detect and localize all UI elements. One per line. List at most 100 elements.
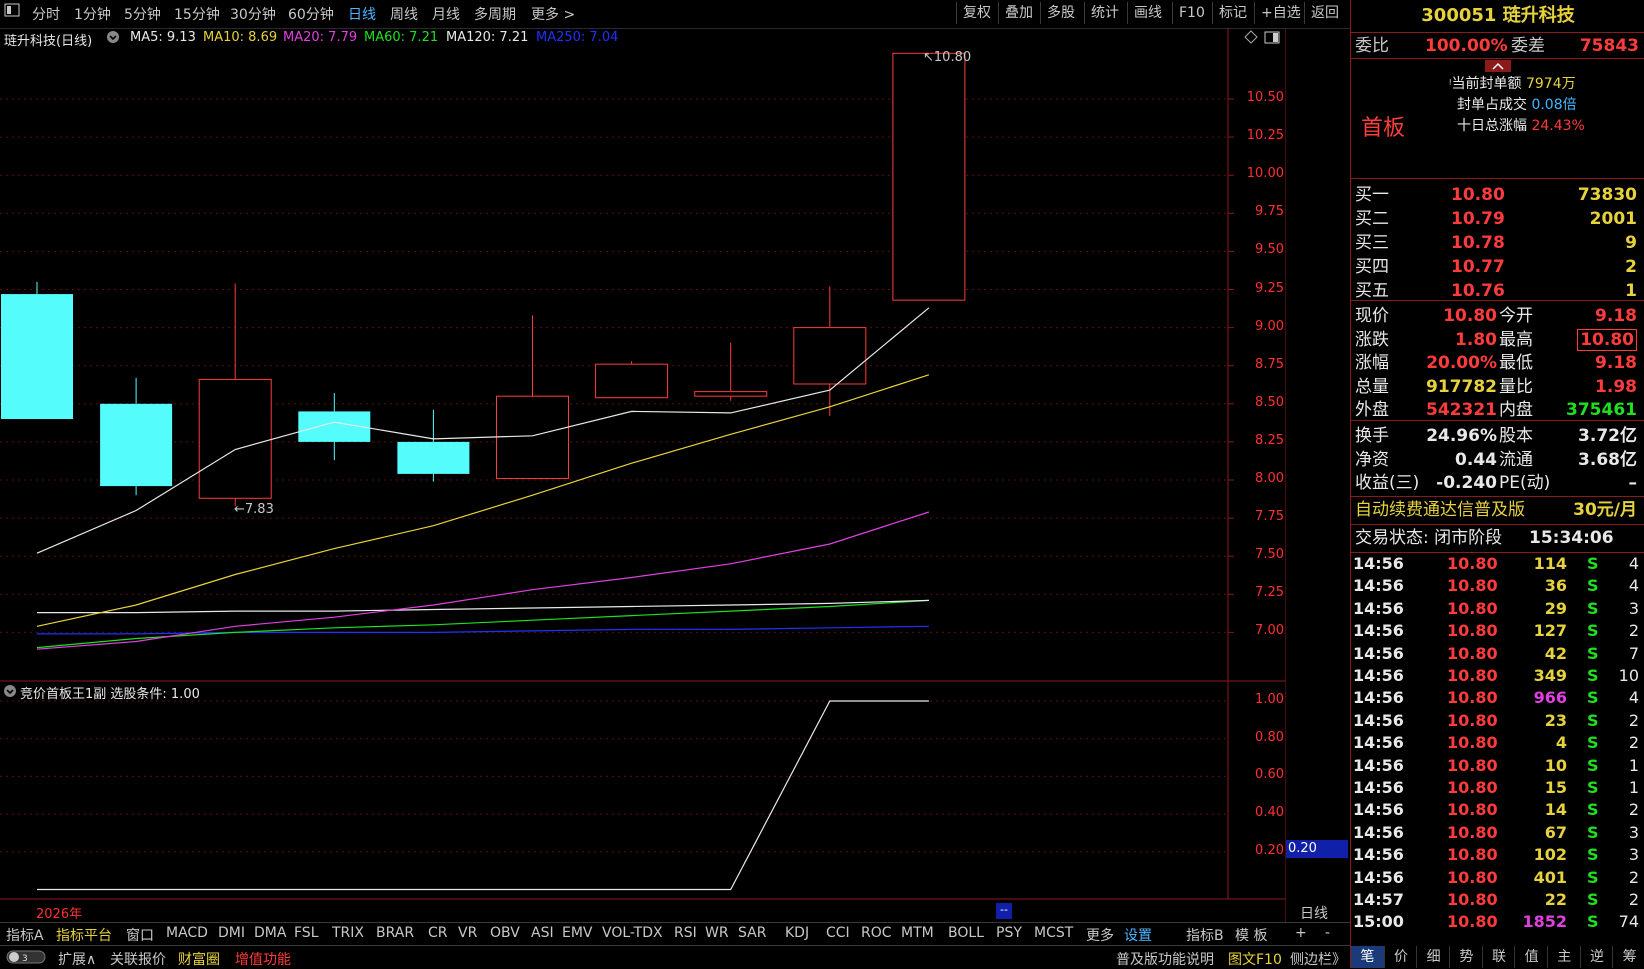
promo-price[interactable]: 30元/月 <box>1573 498 1637 522</box>
toolbar-action-0[interactable]: 复权 <box>956 2 997 24</box>
indicator-tab-7[interactable]: TRIX <box>332 925 364 941</box>
period-tab-4[interactable]: 30分钟 <box>230 4 276 24</box>
tick-row[interactable]: 14:56 10.80 966 S 4 <box>1351 687 1644 709</box>
indicator-tab-3[interactable]: MACD <box>166 925 208 941</box>
indicator-tab-25[interactable]: 更多 <box>1086 925 1114 945</box>
tick-row[interactable]: 14:56 10.80 67 S 3 <box>1351 822 1644 844</box>
tick-row[interactable]: 14:56 10.80 401 S 2 <box>1351 867 1644 889</box>
sub-collapse-icon[interactable] <box>3 684 17 702</box>
indicator-tab-22[interactable]: BOLL <box>948 925 984 941</box>
tick-row[interactable]: 14:56 10.80 23 S 2 <box>1351 710 1644 732</box>
candle-body-down[interactable] <box>100 403 173 487</box>
toolbar-action-2[interactable]: 多股 <box>1040 2 1081 24</box>
scroll-marker[interactable]: -- <box>996 903 1012 919</box>
toolbar-action-1[interactable]: 叠加 <box>998 2 1039 24</box>
period-tab-0[interactable]: 分时 <box>32 4 60 24</box>
indicator-tab-0[interactable]: 指标A <box>6 925 44 945</box>
indicator-tab-30[interactable]: - <box>1325 925 1330 941</box>
indicator-tab-14[interactable]: VOL-TDX <box>602 925 663 941</box>
indicator-tab-15[interactable]: RSI <box>674 925 697 941</box>
panel-toggle-icon[interactable] <box>1264 31 1280 48</box>
panel-tab-2[interactable]: 细 <box>1416 946 1450 968</box>
panel-tab-6[interactable]: 主 <box>1547 946 1581 968</box>
indicator-tab-12[interactable]: ASI <box>531 925 554 941</box>
indicator-tab-19[interactable]: CCI <box>826 925 850 941</box>
tick-row[interactable]: 15:00 10.80 1852 S 74 <box>1351 911 1644 933</box>
toolbar-action-4[interactable]: 画线 <box>1127 2 1168 24</box>
status-left-1[interactable]: 关联报价 <box>110 949 166 969</box>
indicator-tab-13[interactable]: EMV <box>562 925 593 941</box>
tick-row[interactable]: 14:56 10.80 14 S 2 <box>1351 799 1644 821</box>
panel-tab-8[interactable]: 筹 <box>1612 946 1644 968</box>
status-right-0[interactable]: 普及版功能说明 <box>1116 949 1214 969</box>
indicator-tab-2[interactable]: 窗口 <box>126 925 154 945</box>
candle-body-down[interactable] <box>397 441 470 474</box>
indicator-tab-8[interactable]: BRAR <box>376 925 414 941</box>
indicator-tab-16[interactable]: WR <box>705 925 729 941</box>
tick-row[interactable]: 14:56 10.80 29 S 3 <box>1351 598 1644 620</box>
tick-row[interactable]: 14:56 10.80 42 S 7 <box>1351 643 1644 665</box>
bid-row[interactable]: 买一 10.80 73830 <box>1351 183 1644 207</box>
status-right-1[interactable]: 图文F10 <box>1228 949 1282 969</box>
status-left-2[interactable]: 财富圈 <box>178 949 220 969</box>
period-tab-6[interactable]: 日线 <box>348 4 376 24</box>
indicator-tab-10[interactable]: VR <box>458 925 477 941</box>
period-tab-9[interactable]: 多周期 <box>474 4 516 24</box>
period-tab-5[interactable]: 60分钟 <box>288 4 334 24</box>
indicator-tab-4[interactable]: DMI <box>218 925 245 941</box>
indicator-tab-6[interactable]: FSL <box>294 925 319 941</box>
panel-tab-3[interactable]: 势 <box>1449 946 1483 968</box>
indicator-tab-5[interactable]: DMA <box>254 925 286 941</box>
toolbar-action-8[interactable]: 返回 <box>1304 2 1345 24</box>
panel-tab-5[interactable]: 值 <box>1514 946 1548 968</box>
candle-body-up[interactable] <box>496 395 569 479</box>
kline-chart[interactable] <box>0 28 1286 922</box>
indicator-tab-28[interactable]: 模 板 <box>1235 925 1267 945</box>
toolbar-action-6[interactable]: 标记 <box>1212 2 1253 24</box>
status-left-3[interactable]: 增值功能 <box>235 949 291 969</box>
tick-row[interactable]: 14:57 10.80 22 S 2 <box>1351 889 1644 911</box>
tick-row[interactable]: 14:56 10.80 10 S 1 <box>1351 755 1644 777</box>
panel-tab-1[interactable]: 价 <box>1383 946 1418 968</box>
candle-body-down[interactable] <box>1 294 73 420</box>
candle-body-up[interactable] <box>694 391 768 397</box>
status-right-2[interactable]: 侧边栏》 <box>1290 949 1346 969</box>
tick-row[interactable]: 14:56 10.80 114 S 4 <box>1351 553 1644 575</box>
indicator-tab-18[interactable]: KDJ <box>785 925 809 941</box>
toolbar-action-7[interactable]: +自选 <box>1254 2 1307 24</box>
indicator-tab-29[interactable]: + <box>1295 925 1307 941</box>
candle-body-up[interactable] <box>793 327 867 385</box>
tick-row[interactable]: 14:56 10.80 15 S 1 <box>1351 777 1644 799</box>
indicator-tab-1[interactable]: 指标平台 <box>56 925 112 945</box>
panel-tab-0[interactable]: 笔 <box>1351 946 1384 968</box>
period-tab-8[interactable]: 月线 <box>432 4 460 24</box>
indicator-tab-21[interactable]: MTM <box>901 925 934 941</box>
candle-body-up[interactable] <box>892 52 966 301</box>
collapse-icon[interactable] <box>106 30 120 48</box>
period-tab-1[interactable]: 1分钟 <box>74 4 111 24</box>
toggle-switch[interactable]: 3 <box>6 950 46 968</box>
candle-body-up[interactable] <box>595 363 669 399</box>
tick-row[interactable]: 14:56 10.80 4 S 2 <box>1351 732 1644 754</box>
status-left-0[interactable]: 扩展∧ <box>58 949 96 969</box>
bid-row[interactable]: 买三 10.78 9 <box>1351 231 1644 255</box>
indicator-tab-23[interactable]: PSY <box>996 925 1022 941</box>
period-tab-10[interactable]: 更多 > <box>531 4 575 24</box>
promo-row[interactable]: 自动续费通达信普及版 30元/月 <box>1351 498 1644 522</box>
indicator-tab-26[interactable]: 设置 <box>1124 925 1152 945</box>
indicator-tab-24[interactable]: MCST <box>1034 925 1073 941</box>
indicator-tab-20[interactable]: ROC <box>861 925 892 941</box>
period-tab-3[interactable]: 15分钟 <box>174 4 220 24</box>
period-tab-2[interactable]: 5分钟 <box>124 4 161 24</box>
tick-row[interactable]: 14:56 10.80 127 S 2 <box>1351 620 1644 642</box>
period-tab-7[interactable]: 周线 <box>390 4 418 24</box>
panel-tab-4[interactable]: 联 <box>1481 946 1516 968</box>
indicator-tab-9[interactable]: CR <box>428 925 448 941</box>
indicator-tab-27[interactable]: 指标B <box>1186 925 1224 945</box>
candle-body-up[interactable] <box>198 378 272 499</box>
tick-row[interactable]: 14:56 10.80 349 S 10 <box>1351 665 1644 687</box>
menu-icon[interactable] <box>4 3 20 21</box>
tick-row[interactable]: 14:56 10.80 36 S 4 <box>1351 575 1644 597</box>
bid-row[interactable]: 买二 10.79 2001 <box>1351 207 1644 231</box>
bid-row[interactable]: 买四 10.77 2 <box>1351 255 1644 279</box>
